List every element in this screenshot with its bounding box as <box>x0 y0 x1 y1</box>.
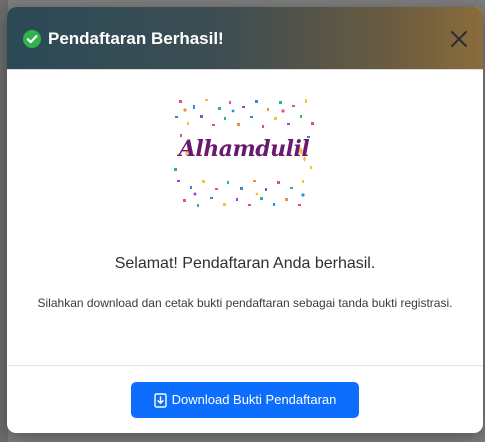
modal-footer: Download Bukti Pendaftaran <box>7 365 483 433</box>
modal-title: Pendaftaran Berhasil! <box>48 29 224 48</box>
modal-body: Alhamdulil Selamat! Pendaftaran Anda ber… <box>7 70 483 366</box>
close-icon <box>447 27 471 51</box>
download-file-icon <box>153 392 167 408</box>
registration-success-modal: Pendaftaran Berhasil! Alhamdulil Selamat… <box>7 7 483 433</box>
download-button-label: Download Bukti Pendaftaran <box>171 392 337 407</box>
check-circle-icon <box>23 30 41 48</box>
celebration-text: Alhamdulil <box>178 136 310 162</box>
close-button[interactable] <box>447 27 471 51</box>
success-message: Selamat! Pendaftaran Anda berhasil. <box>114 255 376 272</box>
instruction-text: Silahkan download dan cetak bukti pendaf… <box>37 296 453 310</box>
celebration-image: Alhamdulil <box>171 96 317 210</box>
modal-header: Pendaftaran Berhasil! <box>7 7 483 70</box>
download-proof-button[interactable]: Download Bukti Pendaftaran <box>131 382 359 418</box>
